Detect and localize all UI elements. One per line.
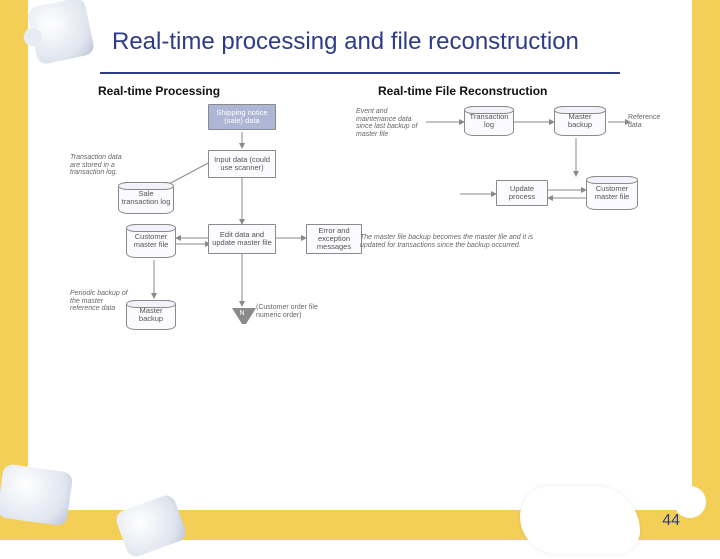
cylinder-master-backup: Master backup	[126, 300, 176, 330]
label-reference-data: Reference data	[628, 114, 672, 129]
node-error-messages: Error and exception messages	[306, 224, 362, 254]
node-input-data: Input data (could use scanner)	[208, 150, 276, 178]
right-subtitle: Real-time File Reconstruction	[378, 84, 640, 98]
left-column: Real-time Processing Shipping notice (sa…	[80, 84, 360, 364]
left-subtitle: Real-time Processing	[98, 84, 360, 98]
note-main: The master file backup becomes the maste…	[360, 234, 560, 249]
right-diagram: Event and maintenance data since last ba…	[360, 104, 640, 364]
right-column: Real-time File Reconstruction Event and …	[360, 84, 640, 364]
cylinder-master-backup: Master backup	[554, 106, 606, 136]
note-transaction: Transaction data are stored in a transac…	[70, 154, 130, 177]
note-backup: Periodic backup of the master reference …	[70, 290, 130, 313]
slide-content: Real-time processing and file reconstruc…	[40, 20, 680, 500]
cylinder-customer-master: Customer master file	[126, 224, 176, 258]
node-shipping-notice: Shipping notice (sale) data	[208, 104, 276, 130]
node-update-process: Update process	[496, 180, 548, 206]
node-edit-update: Edit data and update master file	[208, 224, 276, 254]
left-diagram: Shipping notice (sale) data Input data (…	[80, 104, 360, 364]
note-sort: (Customer order file numeric order)	[256, 304, 336, 319]
columns: Real-time Processing Shipping notice (sa…	[40, 84, 680, 364]
title-divider	[100, 72, 620, 74]
cylinder-customer-master: Customer master file	[586, 176, 638, 210]
triangle-sort: N	[232, 308, 256, 328]
cylinder-sale-log: Sale transaction log	[118, 182, 174, 214]
puzzle-piece-icon	[114, 493, 189, 559]
note-events: Event and maintenance data since last ba…	[356, 108, 420, 139]
page-number: 44	[662, 512, 680, 530]
cylinder-transaction-log: Transaction log	[464, 106, 514, 136]
page-title: Real-time processing and file reconstruc…	[112, 28, 680, 56]
